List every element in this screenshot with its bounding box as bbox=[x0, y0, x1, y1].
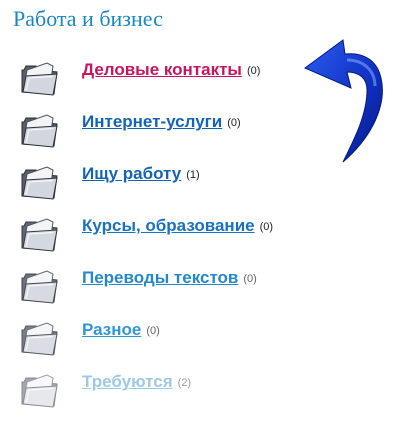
category-count: (0) bbox=[227, 117, 241, 129]
category-link[interactable]: Ищу работу bbox=[82, 164, 181, 184]
category-list: Деловые контакты (0) Интернет-услуги (0) … bbox=[0, 0, 408, 425]
category-link[interactable]: Интернет-услуги bbox=[82, 112, 222, 132]
folder-icon bbox=[17, 210, 61, 254]
folder-icon bbox=[17, 158, 61, 202]
category-item[interactable]: Интернет-услуги (0) bbox=[17, 106, 397, 150]
category-link[interactable]: Деловые контакты bbox=[82, 60, 242, 80]
folder-icon bbox=[17, 106, 61, 150]
category-item[interactable]: Ищу работу (1) bbox=[17, 158, 397, 202]
category-count: (0) bbox=[243, 273, 257, 285]
category-count: (2) bbox=[177, 377, 192, 389]
category-count: (1) bbox=[186, 169, 200, 181]
category-link[interactable]: Курсы, образование bbox=[82, 216, 255, 236]
category-count: (0) bbox=[246, 65, 261, 77]
category-link[interactable]: Переводы текстов bbox=[82, 268, 238, 288]
category-item[interactable]: Деловые контакты (0) bbox=[17, 54, 397, 98]
category-count: (0) bbox=[146, 325, 160, 337]
category-count: (0) bbox=[259, 221, 274, 233]
category-item[interactable]: Переводы текстов (0) bbox=[17, 262, 397, 306]
folder-icon bbox=[17, 262, 61, 306]
folder-icon bbox=[17, 366, 61, 410]
category-link[interactable]: Разное bbox=[82, 320, 141, 340]
category-item[interactable]: Курсы, образование (0) bbox=[17, 210, 397, 254]
category-item[interactable]: Разное (0) bbox=[17, 314, 397, 358]
category-item[interactable]: Требуются (2) bbox=[17, 366, 397, 410]
category-link[interactable]: Требуются bbox=[82, 372, 173, 392]
folder-icon bbox=[17, 314, 61, 358]
folder-icon bbox=[17, 54, 61, 98]
